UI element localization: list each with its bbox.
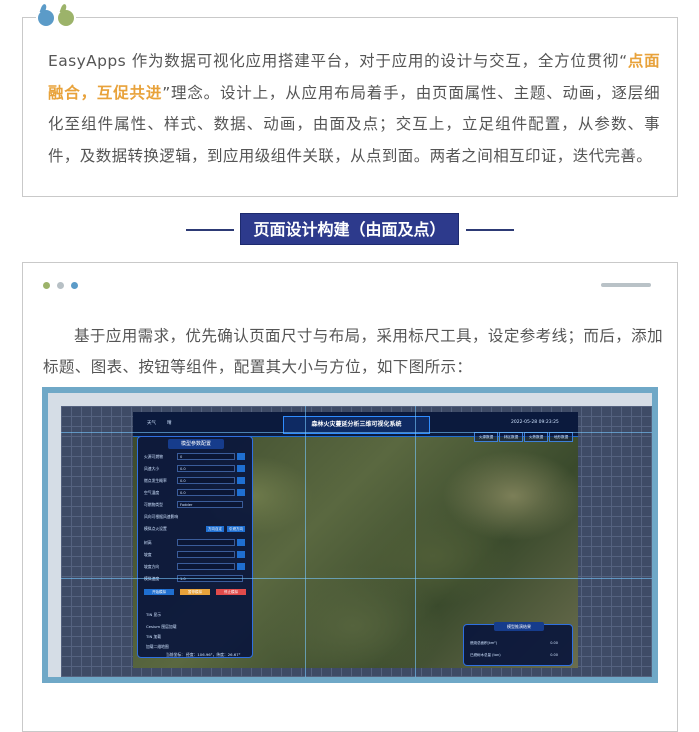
tab-firepower[interactable]: 火势数据	[524, 432, 548, 442]
coord-value: 经度：106.96°，纬度：26.67°	[186, 652, 241, 657]
dropdown-icon[interactable]	[237, 539, 245, 546]
datetime: 2022-05-28 09:23:25	[511, 420, 559, 425]
dropdown-icon[interactable]	[237, 551, 245, 558]
result-row: 已燃树木总量 (ton) 0.00	[470, 653, 558, 657]
param-row: 火源可燃物 0	[144, 453, 246, 461]
direction-button[interactable]: 方向自定	[206, 526, 224, 532]
decor-bar	[601, 283, 651, 287]
param-row: 风速大小 0.0	[144, 465, 246, 473]
tab-terrain[interactable]: 地形数据	[549, 432, 573, 442]
layer-tabs: 火源数据 林区数据 火势数据 地形数据	[474, 432, 574, 442]
decor-dot-icon	[57, 282, 64, 289]
coord-label: 当前坐标：	[166, 652, 185, 657]
section-divider-left	[186, 229, 234, 231]
weather-label: 天气	[147, 421, 156, 426]
param-input[interactable]: 0.0	[177, 465, 235, 472]
param-input[interactable]: Fodder	[177, 501, 243, 508]
ruler-vertical	[48, 406, 61, 677]
tab-fire[interactable]: 火源数据	[474, 432, 498, 442]
guide-line[interactable]	[61, 432, 652, 433]
result-row: 燃烧总面积(km²) 0.00	[470, 641, 558, 645]
param-input[interactable]: 0.0	[177, 477, 235, 484]
dropdown-icon[interactable]	[237, 477, 245, 484]
tin-load-label[interactable]: TIN 加载	[146, 633, 176, 641]
dropdown-icon[interactable]	[237, 453, 245, 460]
param-input[interactable]: 0.0	[177, 489, 235, 496]
checkbox-row[interactable]: 风向可根据风速影响	[144, 513, 246, 521]
ruler-horizontal	[48, 393, 652, 406]
param-row: 树高	[144, 539, 246, 547]
dropdown-icon[interactable]	[237, 465, 245, 472]
map2d-label[interactable]: 加载二维地图	[146, 643, 186, 651]
guide-line[interactable]	[415, 406, 416, 677]
result-panel: 模型推演结果 燃烧总面积(km²) 0.00 已燃树木总量 (ton) 0.00	[463, 622, 573, 666]
param-row: 坡度方向	[144, 563, 246, 571]
start-button[interactable]: 开始模拟	[144, 589, 174, 595]
param-row: 燃点发生概率 0.0	[144, 477, 246, 485]
param-row: 空气湿度 0.0	[144, 489, 246, 497]
pause-button[interactable]: 暂停模拟	[180, 589, 210, 595]
dropdown-icon[interactable]	[237, 489, 245, 496]
weather-value: 晴	[167, 421, 172, 426]
guide-line[interactable]	[305, 406, 306, 677]
param-input[interactable]	[177, 551, 235, 558]
intro-text: EasyApps 作为数据可视化应用搭建平台，对于应用的设计与交互，全方位贯彻“…	[48, 52, 660, 165]
panel-title: 模型参数配置	[168, 439, 224, 449]
guide-line[interactable]	[61, 578, 652, 579]
param-row: 可燃物类型 Fodder	[144, 501, 246, 509]
tab-forest[interactable]: 林区数据	[499, 432, 523, 442]
result-title: 模型推演结果	[494, 622, 544, 631]
param-row: 坡度	[144, 551, 246, 559]
config-panel: 模型参数配置 火源可燃物 0 风速大小 0.0 燃点发生概率 0.0 空气湿度 0.0 …	[137, 436, 253, 658]
app-preview: 天气 晴 2022-05-28 09:23:25 森林火灾蔓延分析三维可视化系统…	[133, 412, 578, 668]
dropdown-icon[interactable]	[237, 563, 245, 570]
quote-icon	[36, 6, 76, 30]
section-title: 页面设计构建（由面及点）	[240, 213, 459, 245]
speed-row: 模拟速度1.0	[144, 575, 246, 583]
decor-dot-icon	[43, 282, 50, 289]
cesium-label[interactable]: Cesium 图层加载	[146, 623, 186, 631]
param-input[interactable]	[177, 539, 235, 546]
param-input[interactable]: 0	[177, 453, 235, 460]
param-input[interactable]	[177, 563, 235, 570]
tin-label[interactable]: TIN 显示	[146, 611, 176, 619]
section-divider-right	[466, 229, 514, 231]
ignite-button[interactable]: 引燃方向	[227, 526, 245, 532]
decor-dot-icon	[71, 282, 78, 289]
section-row: 模拟点火设置 方向自定 引燃方向	[144, 526, 245, 532]
body-paragraph: 基于应用需求，优先确认页面尺寸与布局，采用标尺工具，设定参考线；而后，添加标题、…	[43, 327, 663, 376]
stop-button[interactable]: 停止模拟	[216, 589, 246, 595]
